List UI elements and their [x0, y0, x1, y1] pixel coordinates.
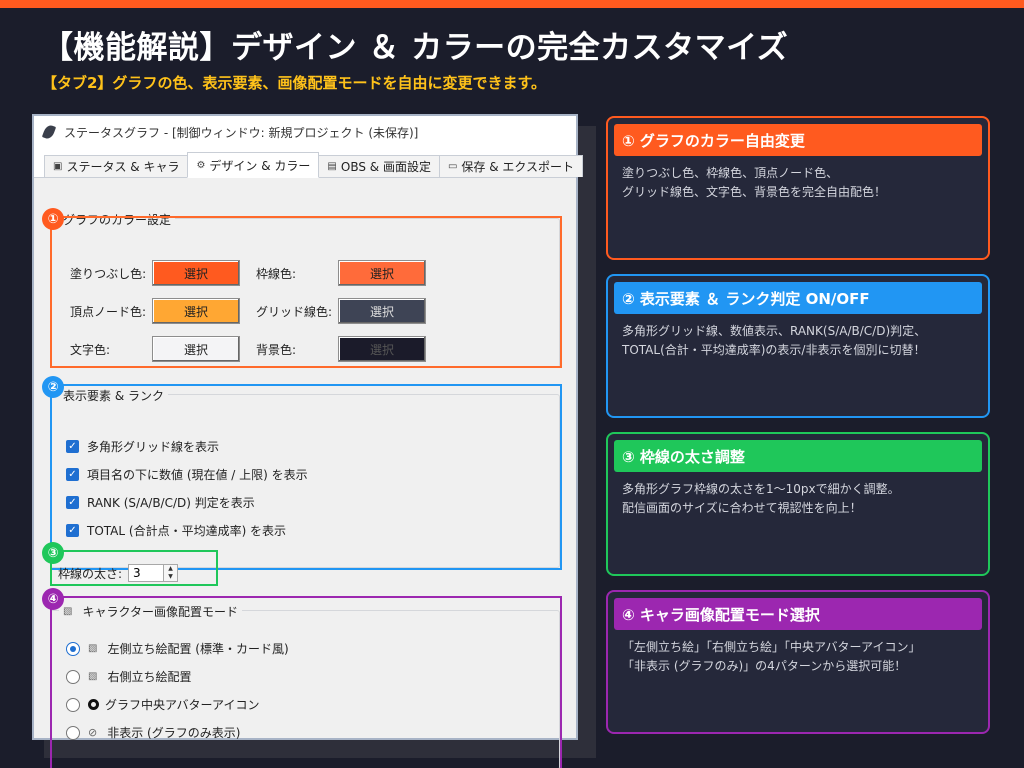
fill-color-button[interactable]: 選択 [152, 260, 240, 286]
feature-panel-body: 塗りつぶし色、枠線色、頂点ノード色、 グリッド線色、文字色、背景色を完全自由配色… [622, 166, 887, 199]
border-color-label: 枠線色: [256, 266, 297, 281]
spin-up-icon[interactable]: ▲ [164, 565, 177, 573]
feature-panel-heading: ③ 枠線の太さ調整 [614, 440, 982, 472]
option-label: 右側立ち絵配置 [107, 670, 192, 684]
vertex-color-button[interactable]: 選択 [152, 298, 240, 324]
fill-color-row: 塗りつぶし色: 選択 [70, 260, 240, 286]
feature-panel-heading: ① グラフのカラー自由変更 [614, 124, 982, 156]
value-display-option: ✓ 項目名の下に数値 (現在値 / 上限) を表示 [66, 466, 308, 483]
bg-color-label: 背景色: [256, 342, 297, 357]
feature-panel-heading: ④ キャラ画像配置モード選択 [614, 598, 982, 630]
bg-color-row: 背景色: 選択 [256, 336, 426, 362]
option-label: 多角形グリッド線を表示 [87, 440, 220, 454]
grid-lines-option: ✓ 多角形グリッド線を表示 [66, 438, 219, 455]
top-accent-bar [0, 0, 1024, 8]
feather-icon [41, 123, 57, 141]
option-label: 項目名の下に数値 (現在値 / 上限) を表示 [87, 468, 308, 482]
step-badge-3: ③ [42, 542, 64, 564]
monitor-icon: ▤ [327, 161, 337, 172]
right-portrait-radio[interactable] [66, 669, 80, 684]
feature-panel-body: 多角形グラフ枠線の太さを1〜10pxで細かく調整。 配信画面のサイズに合わせて視… [622, 482, 900, 515]
text-color-row: 文字色: 選択 [70, 336, 240, 362]
window-title: ステータスグラフ - [制御ウィンドウ: 新規プロジェクト (未保存)] [64, 125, 419, 140]
image-mode-center-option: グラフ中央アバターアイコン [66, 696, 259, 713]
fill-color-label: 塗りつぶし色: [70, 266, 147, 281]
option-label: グラフ中央アバターアイコン [105, 698, 260, 712]
border-width-label: 枠線の太さ: [58, 566, 123, 581]
spin-down-icon[interactable]: ▼ [164, 573, 177, 581]
tab-label: 保存 & エクスポート [461, 160, 575, 174]
gear-icon: ⚙ [196, 159, 206, 171]
option-label: 非表示 (グラフのみ表示) [107, 726, 241, 740]
grid-color-button[interactable]: 選択 [338, 298, 426, 324]
rank-option: ✓ RANK (S/A/B/C/D) 判定を表示 [66, 494, 255, 511]
image-mode-hidden-option: ⊘ 非表示 (グラフのみ表示) [66, 724, 240, 741]
tab-label: ステータス & キャラ [66, 160, 180, 174]
image-mode-left-option: ▧ 左側立ち絵配置 (標準・カード風) [66, 640, 289, 657]
feature-panel-2: ② 表示要素 ＆ ランク判定 ON/OFF 多角形グリッド線、数値表示、RANK… [606, 274, 990, 418]
border-width-row: 枠線の太さ: ▲ ▼ [58, 564, 179, 582]
grid-lines-checkbox[interactable]: ✓ [66, 440, 79, 453]
image-icon: ▧ [88, 671, 98, 682]
feature-panel-body: 多角形グリッド線、数値表示、RANK(S/A/B/C/D)判定、 TOTAL(合… [622, 324, 927, 357]
bg-color-button[interactable]: 選択 [338, 336, 426, 362]
tab-label: OBS & 画面設定 [340, 160, 431, 174]
window-titlebar: ステータスグラフ - [制御ウィンドウ: 新規プロジェクト (未保存)] [34, 116, 576, 148]
ring-icon [88, 699, 99, 710]
tab-bar: ▣ ステータス & キャラ ⚙ デザイン & カラー ▤ OBS & 画面設定 … [34, 152, 584, 178]
folder-icon: ▭ [447, 161, 458, 172]
value-display-checkbox[interactable]: ✓ [66, 468, 79, 481]
feature-panel-1: ① グラフのカラー自由変更 塗りつぶし色、枠線色、頂点ノード色、 グリッド線色、… [606, 116, 990, 260]
feature-panel-heading: ② 表示要素 ＆ ランク判定 ON/OFF [614, 282, 982, 314]
page-subtitle: 【タブ2】グラフの色、表示要素、画像配置モードを自由に変更できます。 [42, 74, 546, 92]
step-badge-4: ④ [42, 588, 64, 610]
total-checkbox[interactable]: ✓ [66, 524, 79, 537]
grid-color-row: グリッド線色: 選択 [256, 298, 426, 324]
option-label: RANK (S/A/B/C/D) 判定を表示 [87, 496, 255, 510]
image-icon: ▧ [88, 643, 98, 654]
vertex-color-row: 頂点ノード色: 選択 [70, 298, 240, 324]
tab-label: デザイン & カラー [209, 158, 311, 173]
chart-icon: ▣ [53, 161, 63, 172]
feature-panel-body: 「左側立ち絵」「右側立ち絵」「中央アバターアイコン」 「非表示 (グラフのみ)」… [622, 640, 921, 673]
tab-content: グラフのカラー設定 ① 塗りつぶし色: 選択 枠線色: 選択 頂点ノード色: 選… [34, 178, 576, 768]
hidden-radio[interactable] [66, 725, 80, 740]
tab-design-color[interactable]: ⚙ デザイン & カラー [187, 152, 320, 178]
option-label: 左側立ち絵配置 (標準・カード風) [107, 642, 289, 656]
tab-save-export[interactable]: ▭ 保存 & エクスポート [438, 155, 584, 177]
border-width-input[interactable] [128, 564, 165, 582]
image-mode-right-option: ▧ 右側立ち絵配置 [66, 668, 191, 685]
total-option: ✓ TOTAL (合計点・平均達成率) を表示 [66, 522, 286, 539]
vertex-color-label: 頂点ノード色: [70, 304, 147, 319]
border-width-spinner: ▲ ▼ [164, 564, 179, 582]
border-color-button[interactable]: 選択 [338, 260, 426, 286]
tab-obs-screen[interactable]: ▤ OBS & 画面設定 [318, 155, 440, 177]
grid-color-label: グリッド線色: [256, 304, 333, 319]
step-badge-2: ② [42, 376, 64, 398]
app-window: ステータスグラフ - [制御ウィンドウ: 新規プロジェクト (未保存)] ▣ ス… [32, 114, 584, 768]
border-color-row: 枠線色: 選択 [256, 260, 426, 286]
prohibited-icon: ⊘ [88, 726, 98, 739]
rank-checkbox[interactable]: ✓ [66, 496, 79, 509]
step-badge-1: ① [42, 208, 64, 230]
tab-status-chara[interactable]: ▣ ステータス & キャラ [44, 155, 189, 177]
page-title: 【機能解説】デザイン ＆ カラーの完全カスタマイズ [42, 30, 789, 66]
text-color-button[interactable]: 選択 [152, 336, 240, 362]
option-label: TOTAL (合計点・平均達成率) を表示 [87, 524, 287, 538]
feature-panel-4: ④ キャラ画像配置モード選択 「左側立ち絵」「右側立ち絵」「中央アバターアイコン… [606, 590, 990, 734]
text-color-label: 文字色: [70, 342, 111, 357]
center-avatar-radio[interactable] [66, 697, 80, 712]
feature-panel-3: ③ 枠線の太さ調整 多角形グラフ枠線の太さを1〜10pxで細かく調整。 配信画面… [606, 432, 990, 576]
left-portrait-radio[interactable] [66, 641, 80, 656]
